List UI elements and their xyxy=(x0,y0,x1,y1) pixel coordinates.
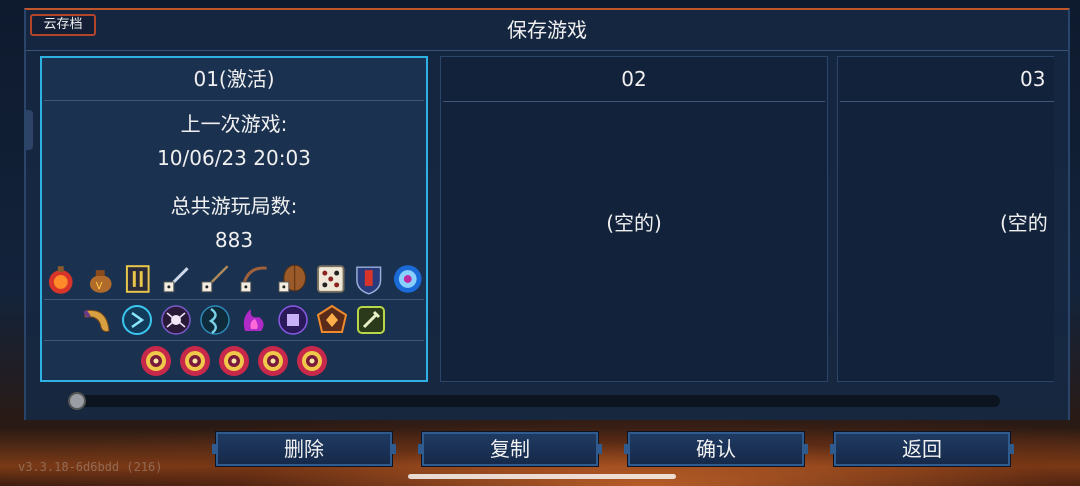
last-played-value: 10/06/23 20:03 xyxy=(157,146,311,170)
fire-flask-icon xyxy=(48,266,73,294)
eye-medallion-icon xyxy=(141,346,171,376)
cloud-save-button[interactable]: 云存档 xyxy=(30,14,96,36)
slot-scroll-track[interactable] xyxy=(70,395,1000,407)
save-slot-01[interactable]: 01(激活) 上一次游戏: 10/06/23 20:03 总共游玩局数: 883… xyxy=(40,56,428,382)
eye-orb-icon xyxy=(393,265,422,293)
save-slot-03[interactable]: 03 (空的 xyxy=(837,56,1054,382)
home-indicator[interactable] xyxy=(408,474,676,479)
eye-medallion-icon xyxy=(258,346,288,376)
last-played-label: 上一次游戏: xyxy=(180,112,288,136)
orange-gem-rune-icon xyxy=(316,304,347,333)
side-tab[interactable] xyxy=(26,110,33,150)
purple-flame-icon xyxy=(243,309,264,331)
copy-button[interactable]: 复制 xyxy=(418,432,602,466)
crest-shield-icon xyxy=(356,266,382,295)
unlock-icons-row-3 xyxy=(44,340,424,381)
horn-icon xyxy=(82,309,110,332)
slot-title: 01(激活) xyxy=(44,58,424,101)
cube-rune-icon xyxy=(277,305,308,335)
eye-medallion-icon xyxy=(180,346,210,376)
back-button[interactable]: 返回 xyxy=(830,432,1014,466)
dagger-dice-icon xyxy=(162,267,189,293)
delete-button[interactable]: 删除 xyxy=(212,432,396,466)
slot-title: 02 xyxy=(443,57,825,102)
empty-slot-text: (空的 xyxy=(1000,211,1048,235)
eye-medallion-icon xyxy=(219,346,249,376)
spear-dice-icon xyxy=(201,265,229,293)
white-dice-icon xyxy=(316,265,345,293)
scroll-card-icon xyxy=(125,265,150,293)
unlock-icons-row-2 xyxy=(44,299,424,340)
vine-rune-icon xyxy=(199,305,230,335)
unlock-icons-row-1: V xyxy=(44,259,424,299)
confirm-button[interactable]: 确认 xyxy=(624,432,808,466)
save-slots-list: 01(激活) 上一次游戏: 10/06/23 20:03 总共游玩局数: 883… xyxy=(40,56,1054,384)
wrench-rune-icon xyxy=(356,306,385,334)
total-runs-label: 总共游玩局数: xyxy=(170,194,298,218)
version-text: v3.3.18-6d6bdd (216) xyxy=(18,460,163,474)
svg-text:V: V xyxy=(95,281,102,292)
eye-medallion-icon xyxy=(297,346,327,376)
bow-dice-icon xyxy=(239,266,267,293)
page-title: 保存游戏 xyxy=(26,10,1068,51)
save-slot-02[interactable]: 02 (空的) xyxy=(440,56,828,382)
empty-slot-text: (空的) xyxy=(606,211,662,235)
gold-bag-icon: V xyxy=(89,270,112,293)
total-runs-value: 883 xyxy=(214,228,254,252)
shield-dice-icon xyxy=(278,264,307,293)
slot-title: 03 xyxy=(840,57,1054,102)
blue-rune-icon xyxy=(121,305,152,335)
slot-scroll-thumb[interactable] xyxy=(68,392,86,410)
spider-rune-icon xyxy=(160,305,191,335)
